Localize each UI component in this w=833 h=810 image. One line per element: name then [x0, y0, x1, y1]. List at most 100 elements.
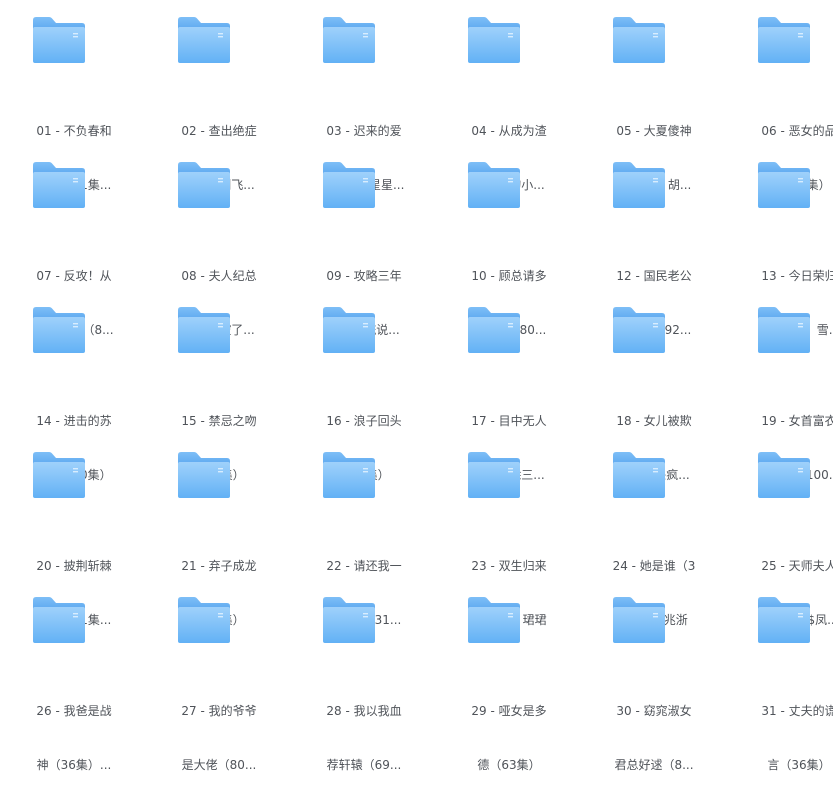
folder-name: 29 - 哑女是多 德（63集） — [457, 666, 561, 810]
folder-icon — [320, 158, 378, 210]
folder-name-line-1: 10 - 顾总请多 — [471, 269, 547, 283]
folder-grid: 01 - 不负春和 景宁（81集... — [0, 0, 833, 772]
folder-name-line-1: 16 - 浪子回头 — [326, 414, 402, 428]
folder-name-line-1: 09 - 攻略三年 — [326, 269, 402, 283]
folder-name-line-1: 26 - 我爸是战 — [36, 704, 112, 718]
folder-item-05[interactable]: 05 - 大夏傻神 （82集）胡... — [602, 0, 712, 192]
folder-item-11[interactable]: 12 - 国民老公 带回家（92... — [602, 145, 712, 337]
folder-icon — [610, 13, 668, 65]
folder-item-01[interactable]: 01 - 不负春和 景宁（81集... — [22, 0, 132, 192]
folder-name-line-1: 22 - 请还我一 — [326, 559, 402, 573]
folder-item-16[interactable]: 17 - 目中无人 之盲龙除三... — [457, 290, 567, 482]
folder-item-14[interactable]: 15 - 禁忌之吻 （99集） — [167, 290, 277, 482]
folder-icon — [465, 303, 523, 355]
folder-name-line-1: 02 - 查出绝症 — [181, 124, 257, 138]
folder-icon — [30, 448, 88, 500]
folder-item-24[interactable]: 25 - 天师夫人 又美又飒$凤... — [747, 435, 833, 627]
folder-item-10[interactable]: 10 - 顾总请多 多指教（80... — [457, 145, 567, 337]
folder-name: 31 - 丈夫的谎 言（36集） — [747, 666, 833, 810]
folder-item-07[interactable]: 07 - 反攻！从 顶流做起（8... — [22, 145, 132, 337]
folder-icon — [30, 158, 88, 210]
folder-item-23[interactable]: 24 - 她是谁（3 5集）张兆浙 — [602, 435, 712, 627]
folder-name-line-1: 25 - 天师夫人 — [761, 559, 833, 573]
folder-name-line-1: 15 - 禁忌之吻 — [181, 414, 257, 428]
folder-icon — [465, 158, 523, 210]
folder-icon — [320, 593, 378, 645]
folder-item-13[interactable]: 14 - 进击的苏 夫人（80集） — [22, 290, 132, 482]
folder-name-line-1: 06 - 恶女的品 — [761, 124, 833, 138]
folder-item-17[interactable]: 18 - 女儿被欺 负后我杀疯... — [602, 290, 712, 482]
folder-icon — [320, 448, 378, 500]
folder-icon — [175, 303, 233, 355]
folder-item-12[interactable]: 13 - 今日荣归 （100集）雪... — [747, 145, 833, 337]
folder-icon — [465, 448, 523, 500]
folder-name-line-2: 是大佬（80... — [181, 758, 257, 772]
folder-item-09[interactable]: 09 - 攻略三年 半，系统说... — [312, 145, 422, 337]
folder-item-15[interactable]: 16 - 浪子回头 （80集） — [312, 290, 422, 482]
folder-item-25[interactable]: 26 - 我爸是战 神（36集）... — [22, 580, 132, 772]
folder-icon — [465, 593, 523, 645]
folder-icon — [30, 593, 88, 645]
folder-name: 28 - 我以我血 荐轩辕（69... — [312, 666, 416, 810]
folder-name: 30 - 窈窕淑女 君总好逑（8... — [602, 666, 706, 810]
folder-name-line-1: 13 - 今日荣归 — [761, 269, 833, 283]
folder-item-26[interactable]: 27 - 我的爷爷 是大佬（80... — [167, 580, 277, 772]
folder-name-line-1: 30 - 窈窕淑女 — [616, 704, 692, 718]
folder-icon — [755, 13, 813, 65]
folder-item-18[interactable]: 19 - 女首富衣 锦还乡（100... — [747, 290, 833, 482]
folder-name-line-2: 荐轩辕（69... — [326, 758, 402, 772]
folder-name-line-1: 27 - 我的爷爷 — [181, 704, 257, 718]
folder-name-line-1: 04 - 从成为渣 — [471, 124, 547, 138]
folder-name-line-2: 君总好逑（8... — [614, 758, 694, 772]
folder-icon — [755, 593, 813, 645]
folder-icon — [175, 593, 233, 645]
folder-name-line-1: 23 - 双生归来 — [471, 559, 547, 573]
folder-item-19[interactable]: 20 - 披荆斩棘 的她（91集... — [22, 435, 132, 627]
folder-icon — [465, 13, 523, 65]
folder-name-line-1: 07 - 反攻！从 — [36, 269, 112, 283]
folder-name-line-1: 20 - 披荆斩棘 — [36, 559, 112, 573]
folder-name-line-1: 01 - 不负春和 — [36, 124, 112, 138]
folder-item-30[interactable]: 31 - 丈夫的谎 言（36集） — [747, 580, 833, 772]
folder-name-line-1: 08 - 夫人纪总 — [181, 269, 257, 283]
folder-item-08[interactable]: 08 - 夫人纪总 他又失控了... — [167, 145, 277, 337]
folder-icon — [30, 13, 88, 65]
folder-name-line-2: 神（36集）... — [36, 758, 112, 772]
folder-name-line-1: 28 - 我以我血 — [326, 704, 402, 718]
folder-name-line-1: 29 - 哑女是多 — [471, 704, 547, 718]
folder-item-22[interactable]: 23 - 双生归来 （58集）珺珺 — [457, 435, 567, 627]
folder-item-06[interactable]: 06 - 恶女的品 格（77集） — [747, 0, 833, 192]
folder-icon — [610, 158, 668, 210]
folder-name-line-1: 05 - 大夏傻神 — [616, 124, 692, 138]
folder-item-02[interactable]: 02 - 查出绝症 后，我创飞... — [167, 0, 277, 192]
folder-name-line-1: 17 - 目中无人 — [471, 414, 547, 428]
folder-name-line-2: 言（36集） — [767, 758, 831, 772]
folder-icon — [175, 158, 233, 210]
folder-item-21[interactable]: 22 - 请还我一 个清白（31... — [312, 435, 422, 627]
folder-icon — [610, 303, 668, 355]
folder-icon — [30, 303, 88, 355]
folder-item-03[interactable]: 03 - 迟来的爱 &天上的星星... — [312, 0, 422, 192]
folder-item-28[interactable]: 29 - 哑女是多 德（63集） — [457, 580, 567, 772]
folder-icon — [610, 593, 668, 645]
folder-name-line-1: 19 - 女首富衣 — [761, 414, 833, 428]
folder-name: 27 - 我的爷爷 是大佬（80... — [167, 666, 271, 810]
folder-icon — [320, 303, 378, 355]
folder-icon — [175, 448, 233, 500]
folder-icon — [755, 448, 813, 500]
folder-item-29[interactable]: 30 - 窈窕淑女 君总好逑（8... — [602, 580, 712, 772]
folder-icon — [755, 158, 813, 210]
folder-item-04[interactable]: 04 - 从成为渣 男前任的小... — [457, 0, 567, 192]
folder-icon — [755, 303, 813, 355]
folder-name: 26 - 我爸是战 神（36集）... — [22, 666, 126, 810]
folder-name-line-1: 03 - 迟来的爱 — [326, 124, 402, 138]
folder-icon — [610, 448, 668, 500]
folder-name-line-1: 12 - 国民老公 — [616, 269, 692, 283]
folder-name-line-2: 德（63集） — [477, 758, 541, 772]
folder-name-line-1: 31 - 丈夫的谎 — [761, 704, 833, 718]
folder-item-27[interactable]: 28 - 我以我血 荐轩辕（69... — [312, 580, 422, 772]
folder-icon — [175, 13, 233, 65]
folder-item-20[interactable]: 21 - 弃子成龙 （89集） — [167, 435, 277, 627]
folder-name-line-1: 18 - 女儿被欺 — [616, 414, 692, 428]
folder-name-line-1: 21 - 弃子成龙 — [181, 559, 257, 573]
